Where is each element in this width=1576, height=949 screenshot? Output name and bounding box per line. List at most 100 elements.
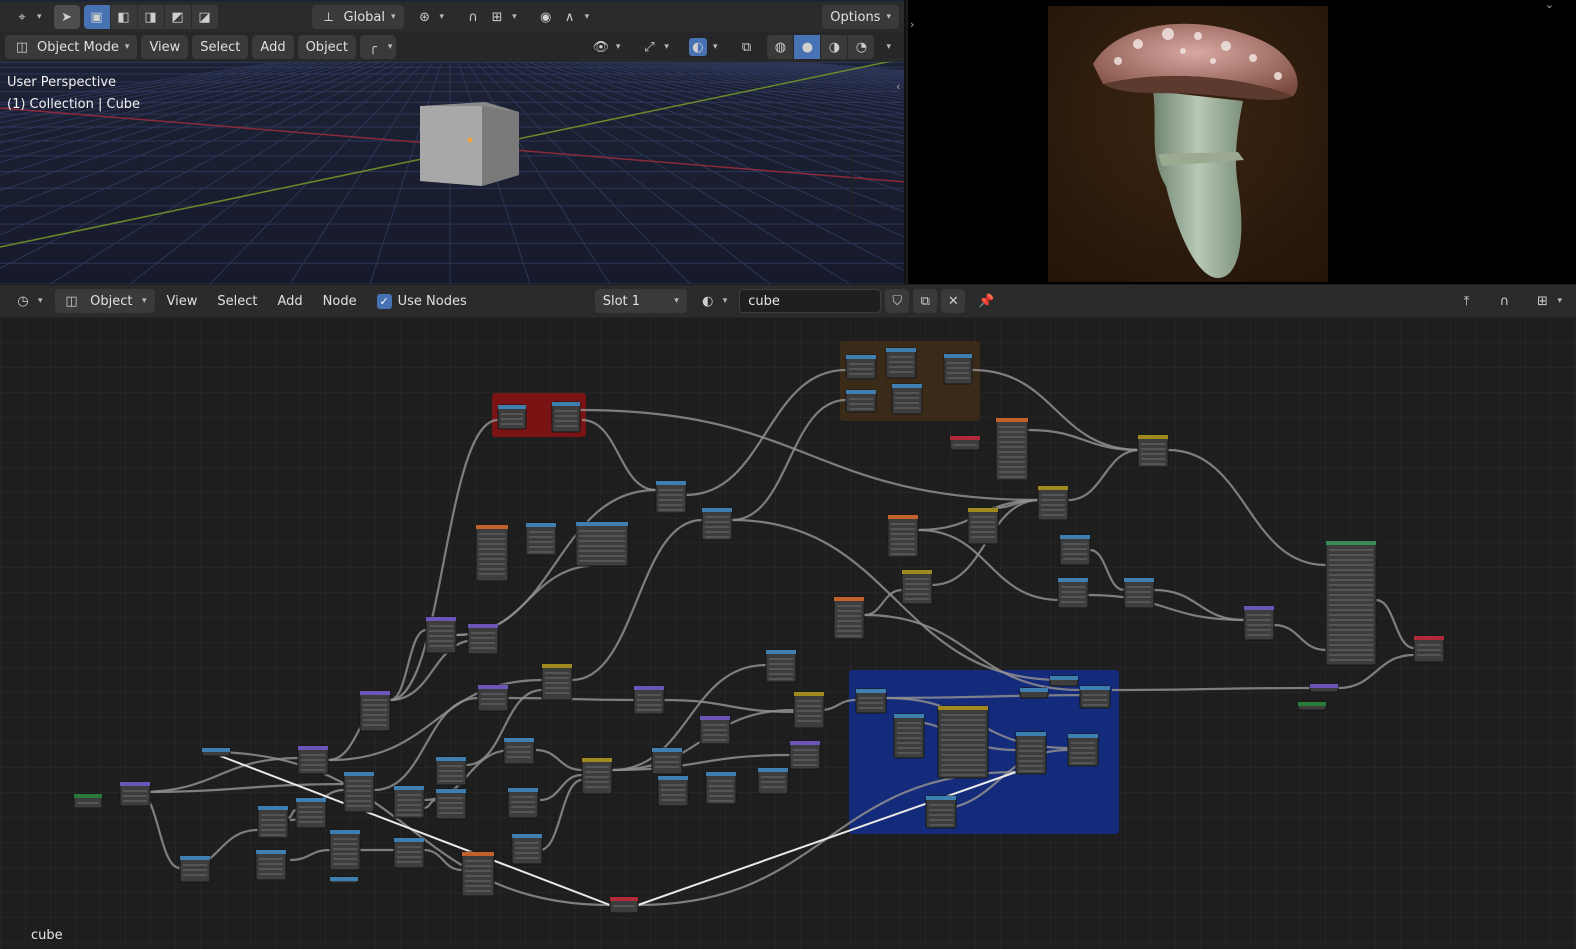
shader-node[interactable] [893, 713, 925, 759]
shader-node[interactable] [525, 522, 557, 556]
shader-node[interactable] [435, 788, 467, 820]
header-toggle-icon[interactable]: ⌄ [1545, 0, 1554, 11]
view-menu[interactable]: View [141, 35, 189, 59]
select-menu[interactable]: Select [192, 35, 249, 59]
node-link[interactable] [1375, 598, 1415, 650]
shader-node[interactable] [329, 876, 359, 884]
material-name-field[interactable]: cube [739, 289, 882, 313]
shader-node[interactable] [995, 417, 1029, 481]
shader-node[interactable] [435, 756, 467, 786]
shader-node[interactable] [475, 524, 509, 582]
object-menu[interactable]: Object [297, 35, 356, 59]
shader-node[interactable] [657, 775, 689, 807]
shader-node[interactable] [359, 690, 391, 732]
shader-node[interactable] [119, 781, 151, 807]
add-menu[interactable]: Add [270, 289, 311, 313]
shader-node[interactable] [855, 688, 887, 714]
shading-rendered-button[interactable]: ◔ [848, 35, 875, 59]
pivot-point-button[interactable]: ⊛ ▾ [408, 5, 453, 29]
node-canvas[interactable]: cube [0, 317, 1576, 949]
shader-node[interactable] [885, 347, 917, 379]
shader-node[interactable] [1037, 485, 1069, 521]
shader-node[interactable] [393, 785, 425, 819]
material-slot-dropdown[interactable]: Slot 1 ▾ [594, 289, 687, 313]
shader-node[interactable] [1297, 701, 1327, 711]
shader-node[interactable] [1015, 731, 1047, 775]
select-invert-button[interactable]: ◩ [164, 5, 191, 29]
shader-node-editor[interactable]: ◷ ▾ ◫ Object ▾ View Select Add Node ✓ Use… [0, 285, 1576, 949]
shader-node[interactable] [503, 737, 535, 765]
shader-node[interactable] [757, 767, 789, 795]
shading-material-button[interactable]: ◑ [821, 35, 848, 59]
shader-node[interactable] [297, 745, 329, 775]
node-link[interactable] [1111, 686, 1311, 692]
shader-node[interactable] [1049, 675, 1079, 687]
view-menu[interactable]: View [159, 289, 206, 313]
shader-node[interactable] [1079, 685, 1111, 709]
shader-node[interactable] [511, 833, 543, 865]
select-extend-button[interactable]: ◧ [110, 5, 137, 29]
shader-node[interactable] [937, 705, 989, 779]
add-menu[interactable]: Add [252, 35, 294, 59]
shader-node[interactable] [575, 521, 629, 567]
unlink-material-button[interactable]: ✕ [941, 289, 966, 313]
shader-node[interactable] [1413, 635, 1445, 663]
shader-node[interactable] [581, 757, 613, 795]
shader-node[interactable] [1059, 534, 1091, 566]
pin-button[interactable]: 📌 [969, 289, 1003, 313]
use-nodes-toggle[interactable]: ✓ Use Nodes [369, 289, 475, 313]
select-menu[interactable]: Select [209, 289, 265, 313]
xray-toggle[interactable]: ⧉ [729, 35, 763, 59]
shader-node[interactable] [1123, 577, 1155, 609]
select-intersect-button[interactable]: ◪ [191, 5, 218, 29]
mode-dropdown[interactable]: ◫ Object Mode ▾ [5, 35, 138, 59]
shader-node[interactable] [967, 507, 999, 545]
shader-node[interactable] [891, 383, 923, 415]
shader-node[interactable] [477, 684, 509, 712]
node-link[interactable] [423, 798, 437, 810]
shader-node[interactable] [705, 771, 737, 805]
overlays-dropdown[interactable]: ◐ ▾ [681, 35, 726, 59]
shader-node[interactable] [765, 649, 797, 683]
shader-node[interactable] [1057, 577, 1089, 609]
transform-orientation-dropdown[interactable]: ⟂ Global ▾ [311, 5, 404, 29]
shader-node[interactable] [201, 747, 231, 757]
shader-node[interactable] [461, 851, 495, 897]
shading-solid-button[interactable]: ● [794, 35, 821, 59]
options-dropdown[interactable]: Options ▾ [822, 5, 899, 29]
node-link[interactable] [1273, 623, 1327, 652]
shader-node[interactable] [551, 401, 581, 433]
shading-wireframe-button[interactable]: ◍ [767, 35, 794, 59]
visibility-dropdown[interactable]: 👁 ▾ [584, 35, 629, 59]
shader-node[interactable] [329, 829, 361, 871]
node-link[interactable] [535, 748, 583, 772]
shader-node[interactable] [845, 354, 877, 380]
shader-node[interactable] [73, 793, 103, 809]
shading-options-dropdown[interactable]: ▾ [878, 35, 899, 59]
sidebar-toggle-icon[interactable]: ‹ [896, 80, 900, 93]
node-link[interactable] [1089, 548, 1125, 592]
shader-node[interactable] [609, 896, 639, 914]
shader-type-dropdown[interactable]: ◫ Object ▾ [54, 289, 155, 313]
select-subtract-button[interactable]: ◨ [137, 5, 164, 29]
shader-node[interactable] [507, 787, 539, 819]
mode-curve-dropdown[interactable]: ╭ ▾ [359, 35, 397, 59]
editor-type-button[interactable]: ◷ ▾ [6, 289, 51, 313]
node-link[interactable] [287, 808, 297, 820]
select-new-button[interactable]: ▣ [83, 5, 110, 29]
fake-user-button[interactable]: ⛉ [885, 289, 910, 313]
shader-node[interactable] [699, 715, 731, 745]
node-link[interactable] [863, 588, 903, 617]
shader-node[interactable] [1019, 687, 1049, 699]
shader-node[interactable] [789, 740, 821, 770]
selected-link[interactable] [637, 771, 1017, 906]
snap-toggle-button[interactable]: ∩ ⊞ ▾ [456, 5, 525, 29]
shader-node[interactable] [467, 623, 499, 655]
node-link[interactable] [289, 848, 331, 862]
shader-node[interactable] [343, 771, 375, 813]
shader-node[interactable] [633, 685, 665, 715]
toolbar-toggle-icon[interactable]: › [910, 18, 914, 31]
shader-node[interactable] [701, 507, 733, 541]
duplicate-material-button[interactable]: ⧉ [913, 289, 938, 313]
select-tool-button[interactable]: ➤ [53, 5, 80, 29]
